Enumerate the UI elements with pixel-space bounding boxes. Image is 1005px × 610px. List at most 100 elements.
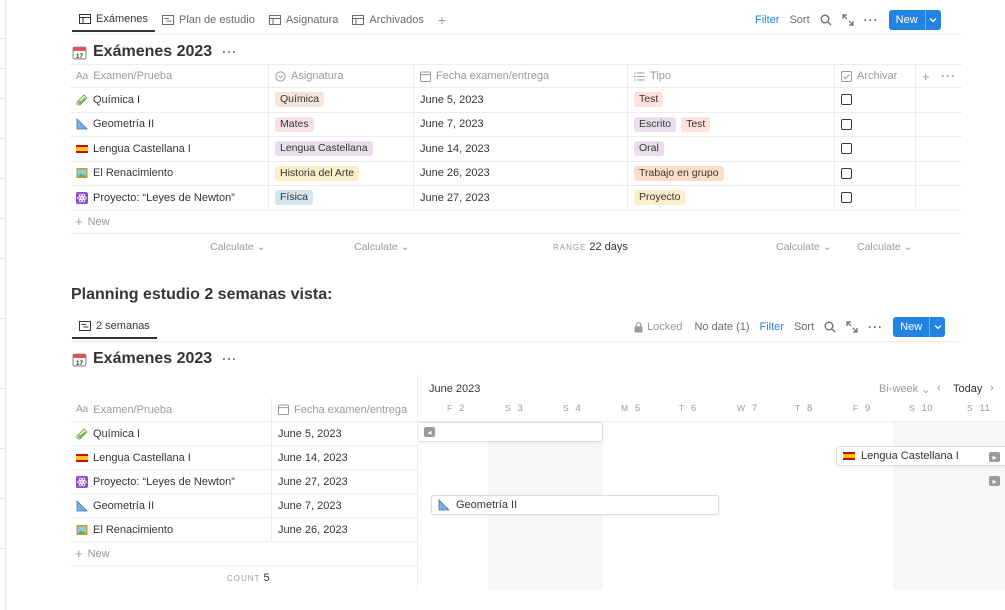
count-calculation[interactable]: COUNT 5: [70, 566, 417, 590]
examen-cell[interactable]: Lengua Castellana I: [70, 137, 269, 161]
examen-title[interactable]: Geometría II: [93, 500, 154, 512]
examen-title[interactable]: El Renacimiento: [93, 167, 173, 179]
examen-cell[interactable]: Proyecto: “Leyes de Newton”: [70, 186, 269, 210]
timeline-bar-lengua[interactable]: Lengua Castellana I: [836, 446, 1005, 466]
chevron-down-icon[interactable]: [924, 10, 941, 30]
examen-title[interactable]: Lengua Castellana I: [93, 143, 191, 155]
table-row[interactable]: Geometría II June 7, 2023: [70, 494, 417, 518]
fecha-cell[interactable]: June 5, 2023: [272, 422, 417, 445]
fecha-cell[interactable]: June 27, 2023: [272, 470, 417, 493]
tipo-cell[interactable]: Test: [628, 88, 835, 112]
database-title-text[interactable]: Exámenes 2023: [93, 350, 212, 368]
tab-examenes[interactable]: Exámenes: [72, 8, 155, 32]
tab-plan-de-estudio[interactable]: Plan de estudio: [155, 8, 262, 32]
archivar-checkbox[interactable]: [841, 167, 852, 179]
calculate-fecha[interactable]: Calculate ⌄: [354, 238, 410, 256]
column-header-asignatura[interactable]: Asignatura: [269, 65, 414, 87]
add-view-button[interactable]: +: [431, 8, 453, 32]
add-property-icon[interactable]: +: [922, 69, 930, 84]
table-row[interactable]: Geometría II Mates June 7, 2023 Escrito T…: [70, 112, 962, 137]
fecha-cell[interactable]: June 7, 2023: [272, 494, 417, 517]
asignatura-cell[interactable]: Historia del Arte: [269, 161, 414, 185]
calculate-asignatura[interactable]: Calculate ⌄: [210, 238, 266, 256]
timeline-scale-select[interactable]: Bi-week ⌄: [879, 383, 930, 396]
new-row-button[interactable]: + New: [70, 211, 962, 234]
asignatura-tag[interactable]: Mates: [275, 116, 314, 132]
asignatura-tag[interactable]: Historia del Arte: [275, 165, 360, 181]
range-calculation[interactable]: RANGE 22 days: [553, 238, 628, 256]
search-icon[interactable]: [824, 321, 836, 333]
more-options-icon[interactable]: ···: [222, 352, 237, 366]
new-button[interactable]: New: [893, 317, 946, 337]
column-header-fecha[interactable]: Fecha examen/entrega: [414, 65, 628, 87]
sort-button[interactable]: Sort: [789, 14, 809, 26]
chevron-down-icon[interactable]: [929, 317, 945, 337]
examen-title[interactable]: Geometría II: [93, 118, 154, 130]
examen-cell[interactable]: Química I: [70, 422, 272, 445]
archivar-checkbox[interactable]: [841, 143, 852, 155]
asignatura-tag[interactable]: Lengua Castellana: [275, 141, 373, 157]
asignatura-cell[interactable]: Lengua Castellana: [269, 137, 414, 161]
tipo-tag[interactable]: Trabajo en grupo: [634, 165, 724, 181]
asignatura-cell[interactable]: Física: [269, 186, 414, 210]
arrow-left-icon[interactable]: ◂: [424, 427, 435, 437]
tipo-tag[interactable]: Test: [681, 116, 711, 132]
timeline-area[interactable]: June 2023 Bi-week ⌄ ‹ Today › F 2S 3S 4M…: [417, 375, 1005, 590]
timeline-bar-quimica[interactable]: ◂: [419, 422, 603, 442]
tipo-cell[interactable]: Oral: [628, 137, 835, 161]
expand-icon[interactable]: [842, 14, 854, 26]
more-options-icon[interactable]: ···: [941, 69, 956, 83]
search-icon[interactable]: [820, 14, 832, 26]
today-button[interactable]: Today: [953, 383, 982, 395]
database-title-text[interactable]: Exámenes 2023: [93, 43, 212, 61]
column-header-examen[interactable]: Aa Examen/Prueba: [70, 398, 272, 421]
no-date-button[interactable]: No date (1): [694, 321, 749, 333]
new-button[interactable]: New: [888, 10, 941, 30]
tab-archivados[interactable]: Archivados: [345, 8, 430, 32]
table-row[interactable]: Proyecto: “Leyes de Newton” June 27, 202…: [70, 470, 417, 494]
fecha-cell[interactable]: June 5, 2023: [414, 88, 628, 112]
arrow-right-icon[interactable]: ▸: [989, 452, 1000, 462]
more-options-icon[interactable]: ···: [868, 320, 883, 334]
tipo-cell[interactable]: Escrito Test: [628, 112, 835, 136]
calculate-archivar[interactable]: Calculate ⌄: [857, 238, 913, 256]
examen-cell[interactable]: Geometría II: [70, 112, 269, 136]
table-row[interactable]: Lengua Castellana I June 14, 2023: [70, 446, 417, 470]
tipo-tag[interactable]: Test: [634, 92, 664, 108]
column-header-tipo[interactable]: Tipo: [628, 65, 835, 87]
asignatura-cell[interactable]: Química: [269, 88, 414, 112]
calculate-tipo[interactable]: Calculate ⌄: [776, 238, 832, 256]
examen-title[interactable]: Lengua Castellana I: [93, 452, 191, 464]
filter-button[interactable]: Filter: [755, 14, 779, 26]
column-header-examen[interactable]: Aa Examen/Prueba: [70, 65, 269, 87]
fecha-cell[interactable]: June 7, 2023: [414, 112, 628, 136]
table-row[interactable]: Proyecto: “Leyes de Newton” Física June …: [70, 186, 962, 211]
new-row-button[interactable]: + New: [70, 542, 417, 566]
more-options-icon[interactable]: ···: [864, 13, 879, 27]
tab-2-semanas[interactable]: 2 semanas: [72, 315, 157, 339]
next-icon[interactable]: ›: [990, 382, 994, 394]
examen-title[interactable]: Proyecto: “Leyes de Newton”: [93, 192, 235, 204]
tipo-tag[interactable]: Escrito: [634, 116, 677, 132]
examen-cell[interactable]: Geometría II: [70, 494, 272, 517]
examen-cell[interactable]: Lengua Castellana I: [70, 446, 272, 469]
table-row[interactable]: El Renacimiento June 26, 2023: [70, 518, 417, 542]
fecha-cell[interactable]: June 14, 2023: [272, 446, 417, 469]
fecha-cell[interactable]: June 14, 2023: [414, 137, 628, 161]
locked-indicator[interactable]: Locked: [634, 321, 682, 333]
fecha-cell[interactable]: June 27, 2023: [414, 186, 628, 210]
prev-icon[interactable]: ‹: [937, 382, 941, 394]
archivar-checkbox[interactable]: [841, 94, 852, 106]
examen-cell[interactable]: Química I: [70, 88, 269, 112]
filter-button[interactable]: Filter: [760, 321, 784, 333]
column-header-archivar[interactable]: Archivar: [835, 65, 916, 87]
tipo-tag[interactable]: Oral: [634, 141, 664, 157]
expand-icon[interactable]: [846, 321, 858, 333]
timeline-bar-geometria[interactable]: Geometría II: [431, 495, 719, 515]
section-heading[interactable]: Planning estudio 2 semanas vista:: [71, 286, 332, 304]
asignatura-tag[interactable]: Física: [275, 190, 314, 206]
more-options-icon[interactable]: ···: [222, 45, 237, 59]
archivar-checkbox[interactable]: [841, 118, 852, 130]
table-row[interactable]: Lengua Castellana I Lengua Castellana Ju…: [70, 137, 962, 162]
examen-cell[interactable]: El Renacimiento: [70, 518, 272, 541]
